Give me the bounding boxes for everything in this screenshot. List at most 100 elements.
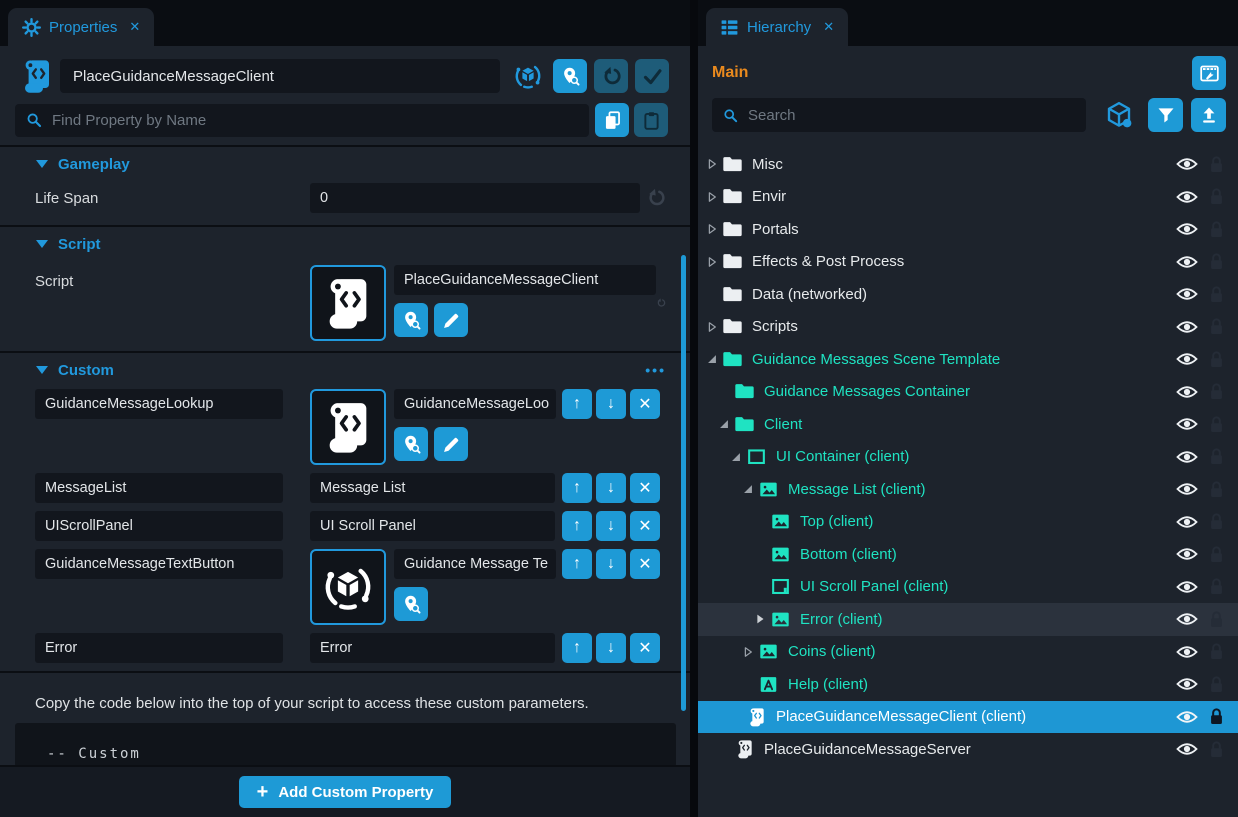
- tab-hierarchy[interactable]: Hierarchy ✕: [706, 8, 848, 46]
- custom-menu-icon[interactable]: •••: [645, 362, 666, 378]
- visibility-eye-icon[interactable]: [1176, 286, 1198, 302]
- move-down-button[interactable]: ↓: [596, 389, 626, 419]
- tree-row-envir[interactable]: Envir: [698, 181, 1238, 214]
- tree-row-scripts[interactable]: Scripts: [698, 311, 1238, 344]
- lock-icon[interactable]: [1209, 480, 1224, 499]
- section-header-gameplay[interactable]: Gameplay: [0, 153, 690, 175]
- tree-row-ui-scroll-panel-client[interactable]: UI Scroll Panel (client): [698, 571, 1238, 604]
- tree-row-guidance-messages-container[interactable]: Guidance Messages Container: [698, 376, 1238, 409]
- section-header-script[interactable]: Script: [0, 233, 690, 255]
- move-down-button[interactable]: ↓: [596, 633, 626, 663]
- expand-caret-icon[interactable]: [704, 189, 720, 205]
- lock-icon[interactable]: [1209, 350, 1224, 369]
- tree-row-misc[interactable]: Misc: [698, 148, 1238, 181]
- custom-property-value[interactable]: Guidance Message Te: [394, 549, 556, 579]
- visibility-eye-icon[interactable]: [1176, 156, 1198, 172]
- expand-caret-icon[interactable]: [752, 611, 768, 627]
- visibility-eye-icon[interactable]: [1176, 579, 1198, 595]
- visibility-eye-icon[interactable]: [1176, 384, 1198, 400]
- code-snippet-block[interactable]: -- Custom: [15, 723, 676, 767]
- undo-button[interactable]: [594, 59, 628, 93]
- tree-row-ui-container-client[interactable]: UI Container (client): [698, 441, 1238, 474]
- asset-thumbnail[interactable]: [310, 389, 386, 465]
- cube-icon[interactable]: [1104, 100, 1134, 130]
- tree-row-placeguidancemessageclient-client[interactable]: PlaceGuidanceMessageClient (client): [698, 701, 1238, 734]
- visibility-eye-icon[interactable]: [1176, 416, 1198, 432]
- confirm-button[interactable]: [635, 59, 669, 93]
- filter-button[interactable]: [1148, 98, 1183, 132]
- find-in-scene-button[interactable]: [394, 427, 428, 461]
- lock-icon[interactable]: [1209, 382, 1224, 401]
- expand-caret-icon[interactable]: [716, 416, 732, 432]
- tree-row-top-client[interactable]: Top (client): [698, 506, 1238, 539]
- lock-icon[interactable]: [1209, 317, 1224, 336]
- move-up-button[interactable]: ↑: [562, 511, 592, 541]
- tree-row-guidance-messages-scene-template[interactable]: Guidance Messages Scene Template: [698, 343, 1238, 376]
- visibility-eye-icon[interactable]: [1176, 741, 1198, 757]
- custom-property-value[interactable]: Error: [310, 633, 555, 663]
- remove-property-button[interactable]: ✕: [630, 549, 660, 579]
- lock-icon[interactable]: [1209, 675, 1224, 694]
- upload-button[interactable]: [1191, 98, 1226, 132]
- expand-caret-icon[interactable]: [740, 644, 756, 660]
- custom-property-name-input[interactable]: [35, 389, 283, 419]
- visibility-eye-icon[interactable]: [1176, 611, 1198, 627]
- visibility-eye-icon[interactable]: [1176, 546, 1198, 562]
- expand-caret-icon[interactable]: [704, 351, 720, 367]
- script-value[interactable]: PlaceGuidanceMessageClient: [394, 265, 656, 295]
- tree-row-placeguidancemessageserver[interactable]: PlaceGuidanceMessageServer: [698, 733, 1238, 766]
- custom-property-value[interactable]: Message List: [310, 473, 555, 503]
- move-up-button[interactable]: ↑: [562, 389, 592, 419]
- lock-icon[interactable]: [1209, 415, 1224, 434]
- expand-caret-icon[interactable]: [704, 221, 720, 237]
- tree-row-error-client[interactable]: Error (client): [698, 603, 1238, 636]
- hierarchy-search-box[interactable]: [712, 98, 1086, 132]
- visibility-eye-icon[interactable]: [1176, 449, 1198, 465]
- visibility-eye-icon[interactable]: [1176, 644, 1198, 660]
- find-in-scene-button[interactable]: [394, 587, 428, 621]
- remove-property-button[interactable]: ✕: [630, 511, 660, 541]
- expand-caret-icon[interactable]: [728, 449, 744, 465]
- remove-property-button[interactable]: ✕: [630, 473, 660, 503]
- lock-icon[interactable]: [1209, 155, 1224, 174]
- find-in-scene-button[interactable]: [553, 59, 587, 93]
- expand-caret-icon[interactable]: [704, 254, 720, 270]
- hierarchy-search-input[interactable]: [748, 107, 1076, 124]
- lock-icon[interactable]: [1209, 512, 1224, 531]
- tree-row-effects-post-process[interactable]: Effects & Post Process: [698, 246, 1238, 279]
- custom-property-name-input[interactable]: [35, 511, 283, 541]
- tree-row-message-list-client[interactable]: Message List (client): [698, 473, 1238, 506]
- edit-script-button[interactable]: [434, 303, 468, 337]
- visibility-eye-icon[interactable]: [1176, 481, 1198, 497]
- visibility-eye-icon[interactable]: [1176, 254, 1198, 270]
- custom-property-name-input[interactable]: [35, 473, 283, 503]
- find-in-scene-button[interactable]: [394, 303, 428, 337]
- move-up-button[interactable]: ↑: [562, 549, 592, 579]
- visibility-eye-icon[interactable]: [1176, 351, 1198, 367]
- lock-icon[interactable]: [1209, 610, 1224, 629]
- lock-icon[interactable]: [1209, 252, 1224, 271]
- custom-property-value[interactable]: UI Scroll Panel: [310, 511, 555, 541]
- script-asset-thumbnail[interactable]: [310, 265, 386, 341]
- remove-property-button[interactable]: ✕: [630, 389, 660, 419]
- move-up-button[interactable]: ↑: [562, 633, 592, 663]
- close-icon[interactable]: ✕: [823, 19, 834, 35]
- asset-thumbnail[interactable]: [310, 549, 386, 625]
- expand-caret-icon[interactable]: [740, 481, 756, 497]
- lock-icon[interactable]: [1209, 285, 1224, 304]
- reset-icon[interactable]: [646, 188, 666, 208]
- tree-row-coins-client[interactable]: Coins (client): [698, 636, 1238, 669]
- object-name-input[interactable]: [60, 59, 500, 93]
- custom-property-value[interactable]: GuidanceMessageLoo: [394, 389, 556, 419]
- tree-row-bottom-client[interactable]: Bottom (client): [698, 538, 1238, 571]
- lock-icon[interactable]: [1209, 545, 1224, 564]
- tab-properties[interactable]: Properties ✕: [8, 8, 154, 46]
- tree-row-portals[interactable]: Portals: [698, 213, 1238, 246]
- property-search-input[interactable]: [52, 112, 579, 129]
- edit-script-button[interactable]: [434, 427, 468, 461]
- move-down-button[interactable]: ↓: [596, 473, 626, 503]
- paste-button[interactable]: [634, 103, 668, 137]
- expand-caret-icon[interactable]: [704, 319, 720, 335]
- move-down-button[interactable]: ↓: [596, 511, 626, 541]
- expand-caret-icon[interactable]: [704, 156, 720, 172]
